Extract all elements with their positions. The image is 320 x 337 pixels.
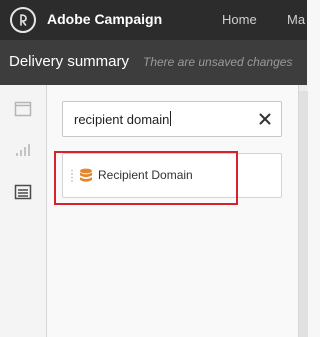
window-icon[interactable]	[14, 100, 32, 118]
nav-home-link[interactable]: Home	[222, 12, 257, 27]
left-sidebar	[0, 85, 47, 337]
unsaved-changes-status: There are unsaved changes	[143, 55, 293, 69]
search-input-value: recipient domain	[74, 111, 172, 127]
highlight-annotation-box	[54, 151, 238, 205]
chart-icon[interactable]	[14, 141, 32, 159]
top-bar: Adobe Campaign Home Ma	[0, 0, 307, 40]
nav-next-link[interactable]: Ma	[287, 12, 305, 27]
text-caret	[170, 111, 172, 126]
scrollbar-thumb[interactable]	[299, 91, 308, 337]
scrollbar[interactable]	[298, 85, 308, 337]
page-title: Delivery summary	[9, 53, 130, 70]
adobe-campaign-logo-icon[interactable]	[10, 7, 36, 33]
title-bar: Delivery summary There are unsaved chang…	[0, 40, 307, 85]
app-title[interactable]: Adobe Campaign	[47, 11, 162, 27]
list-icon[interactable]	[14, 183, 32, 201]
search-input[interactable]: recipient domain	[62, 101, 282, 137]
clear-search-icon[interactable]	[259, 113, 271, 125]
